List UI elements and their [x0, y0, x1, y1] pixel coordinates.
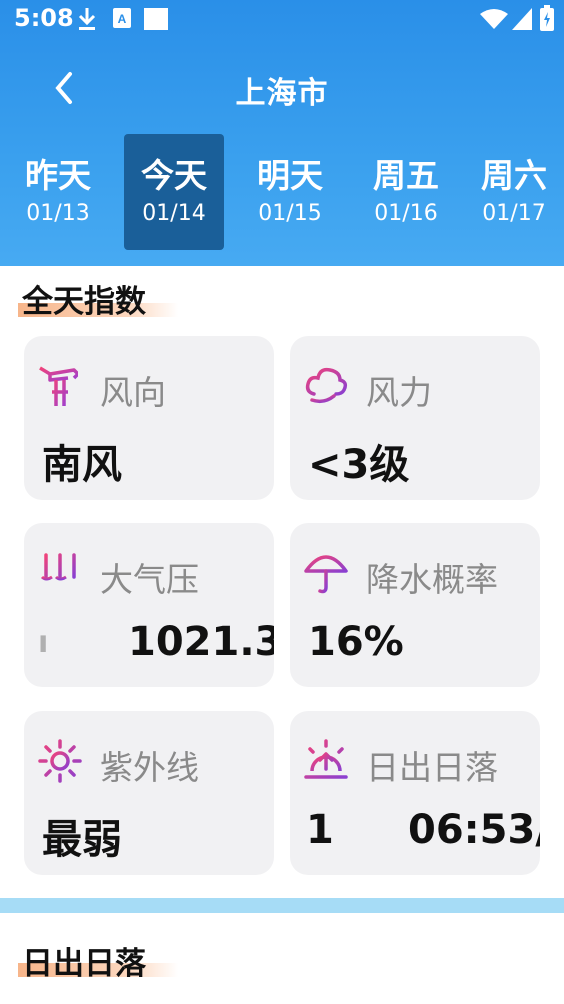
tab-tomorrow[interactable]: 明天 01/15 — [240, 134, 340, 250]
tab-today[interactable]: 今天 01/14 — [124, 134, 224, 250]
tab-day-name: 周五 — [373, 156, 439, 195]
card-label: 降水概率 — [366, 560, 498, 599]
sunrise-icon — [304, 739, 348, 779]
status-time: 5:08 — [14, 4, 74, 32]
header: 5:08 A 上海市 昨天 01/13 今天 01/14 明天 01/15 周五… — [0, 0, 564, 266]
card-value: 06:53/ — [408, 807, 540, 853]
tab-friday[interactable]: 周五 01/16 — [356, 134, 456, 250]
card-label: 紫外线 — [100, 748, 199, 787]
card-uv[interactable]: 紫外线 最弱 — [24, 711, 274, 875]
font-app-icon: A — [112, 6, 132, 34]
tab-day-name: 今天 — [141, 156, 207, 195]
card-value: 最弱 — [42, 817, 122, 863]
tab-day-date: 01/15 — [258, 201, 322, 226]
section-title-all-day: 全天指数 — [22, 284, 146, 320]
card-value-prefix: ı — [38, 625, 49, 660]
page-title: 上海市 — [235, 76, 329, 111]
day-tabs: 昨天 01/13 今天 01/14 明天 01/15 周五 01/16 周六 0… — [0, 134, 564, 250]
card-label: 日出日落 — [366, 748, 498, 787]
card-value: 16% — [308, 619, 404, 665]
tab-yesterday[interactable]: 昨天 01/13 — [8, 134, 108, 250]
card-precipitation[interactable]: 降水概率 16% — [290, 523, 540, 687]
card-wind-direction[interactable]: 风向 南风 — [24, 336, 274, 500]
card-value: <3级 — [308, 442, 410, 488]
tab-day-date: 01/14 — [142, 201, 206, 226]
signal-icon — [512, 8, 532, 34]
section-title-sunrise-sunset: 日出日落 — [22, 946, 146, 982]
status-bar: 5:08 A — [0, 0, 564, 40]
card-value-prefix: 1 — [306, 807, 334, 853]
wifi-icon — [480, 8, 508, 34]
svg-text:A: A — [118, 12, 127, 26]
tab-day-date: 01/17 — [482, 201, 546, 226]
white-square-icon — [144, 6, 168, 36]
card-value: 南风 — [42, 442, 122, 488]
tab-day-name: 周六 — [481, 156, 547, 195]
battery-icon — [540, 5, 554, 35]
tab-saturday[interactable]: 周六 01/17 — [464, 134, 564, 250]
wind-direction-icon — [38, 364, 80, 406]
card-value: 1021.3 — [128, 619, 274, 665]
umbrella-icon — [304, 551, 348, 594]
tab-day-date: 01/13 — [26, 201, 90, 226]
wind-cloud-icon — [304, 364, 348, 404]
title-bar: 上海市 — [0, 60, 564, 116]
card-label: 风向 — [100, 373, 166, 412]
tab-day-date: 01/16 — [374, 201, 438, 226]
tab-day-name: 明天 — [257, 156, 323, 195]
tab-day-name: 昨天 — [25, 156, 91, 195]
card-wind-force[interactable]: 风力 <3级 — [290, 336, 540, 500]
card-label: 大气压 — [100, 560, 199, 599]
card-sunrise-sunset[interactable]: 日出日落 1 06:53/ — [290, 711, 540, 875]
card-pressure[interactable]: 大气压 ı 1021.3 — [24, 523, 274, 687]
sun-uv-icon — [38, 739, 82, 783]
section-divider — [0, 898, 564, 913]
download-icon — [76, 6, 98, 36]
pressure-icon — [38, 551, 82, 591]
card-label: 风力 — [366, 373, 432, 412]
